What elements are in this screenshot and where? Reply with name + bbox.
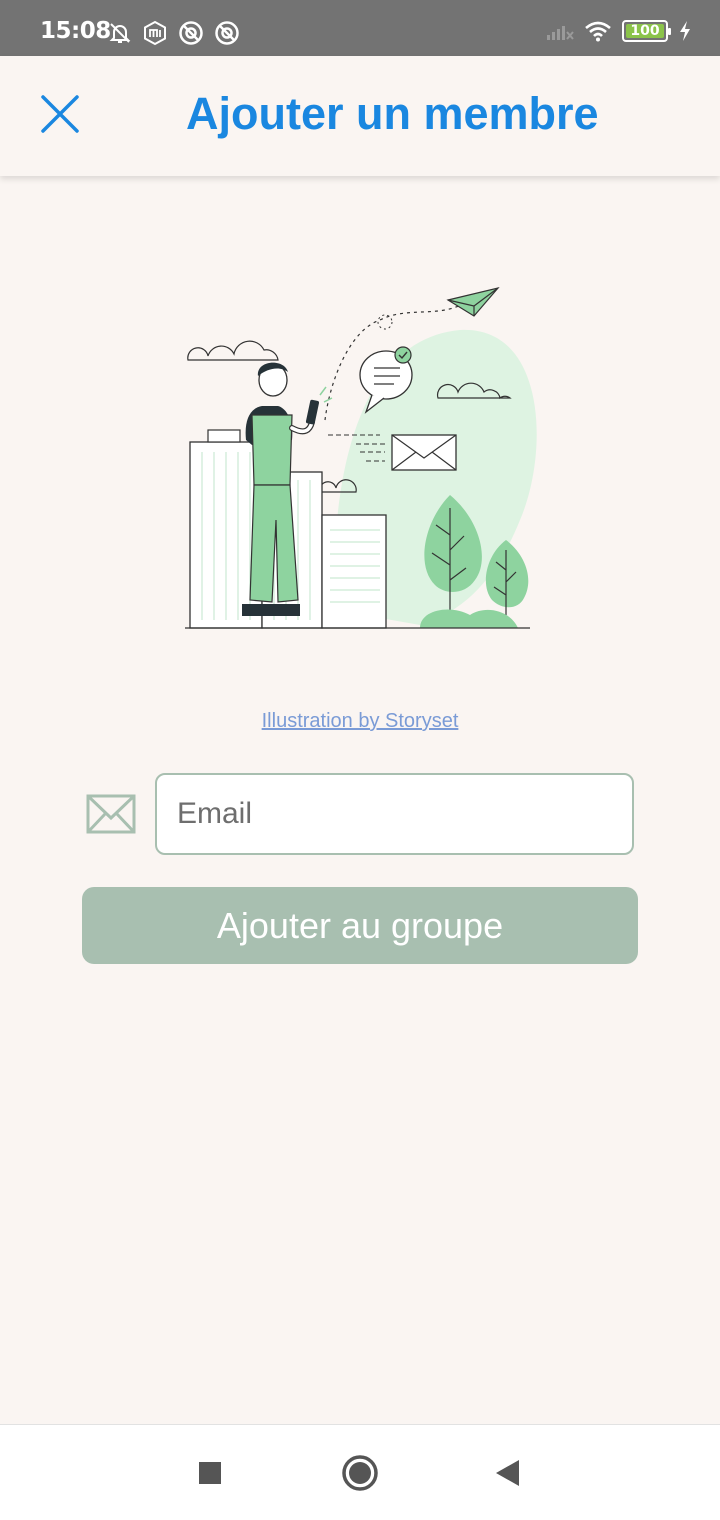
status-bar: 15:08 100 (0, 0, 720, 56)
illustration-credit-link[interactable]: Illustration by Storyset (0, 710, 720, 733)
status-icons-left (108, 20, 240, 46)
battery-icon: 100 (622, 20, 671, 42)
recents-icon (199, 1462, 221, 1484)
close-button[interactable] (30, 84, 90, 144)
mi-icon (144, 20, 166, 46)
charging-icon (680, 21, 690, 41)
home-button[interactable] (338, 1451, 382, 1495)
back-button[interactable] (486, 1451, 530, 1495)
signal-icon (547, 26, 574, 40)
email-field[interactable] (155, 773, 634, 855)
status-time: 15:08 (40, 18, 111, 44)
recents-button[interactable] (188, 1451, 232, 1495)
app-icon (215, 21, 239, 45)
notifications-off-icon (109, 23, 131, 43)
home-icon (342, 1455, 378, 1491)
navigation-bar (0, 1424, 720, 1520)
back-icon (496, 1460, 519, 1486)
page-title: Ajouter un membre (186, 88, 599, 139)
envelope-icon (86, 794, 136, 834)
app-bar: Ajouter un membre (0, 56, 720, 176)
battery-level: 100 (630, 23, 660, 39)
wifi-icon (585, 21, 611, 42)
app-icon (179, 21, 203, 45)
add-to-group-button[interactable]: Ajouter au groupe (82, 887, 638, 964)
illustration-image (185, 286, 537, 629)
status-icons-right: 100 (546, 20, 692, 42)
close-icon (41, 95, 79, 133)
